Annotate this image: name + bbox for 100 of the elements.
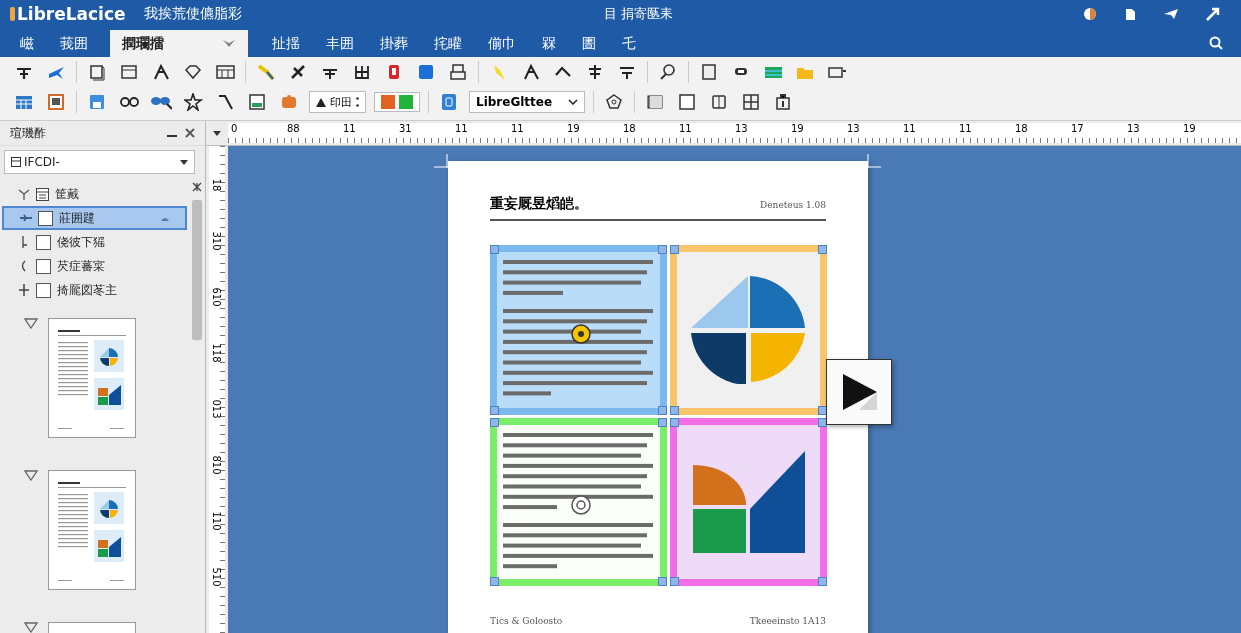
ruler-number: 118 [210,345,224,361]
search-icon[interactable] [1209,35,1223,50]
logo-mark [10,7,15,21]
table-icon[interactable] [215,63,235,81]
ribbon-tab[interactable]: 撋瓓擂 [110,30,248,57]
media-panel[interactable] [826,359,892,425]
app-name: LibreLacice [17,4,126,24]
menu-item[interactable]: 嵫 [8,30,46,57]
ruler-number: 11 [959,123,973,134]
save-icon[interactable] [87,93,107,111]
checkbox[interactable] [36,234,51,250]
star-icon[interactable] [183,93,203,111]
menu-item[interactable]: 莪囲 [48,30,100,57]
tree-item[interactable]: 筐戴 [0,182,189,206]
text-frame[interactable] [490,245,667,415]
ruler-number: 19 [1183,123,1197,134]
ruler-number: 17 [1071,123,1085,134]
ruler-number: 013 [210,401,224,417]
image-frame[interactable] [670,245,827,415]
ruler-number: 11 [343,123,357,134]
triangle-icon[interactable] [24,470,38,481]
pin-icon[interactable] [192,182,202,192]
page-thumbnail[interactable] [48,318,136,438]
handle-icon [161,215,169,221]
caret-icon[interactable] [213,130,221,136]
tree-item[interactable]: 莊囲韙 [2,206,187,230]
resize-handle[interactable] [818,577,827,586]
window-icon[interactable] [119,63,139,81]
ruler-number: 0 [231,123,239,134]
search-icon[interactable] [658,63,678,81]
device-icon[interactable] [439,93,459,111]
tree-line-icon [18,284,30,296]
item-label: 掎龎図苳主 [57,281,117,299]
text-frame[interactable] [490,418,667,586]
arrow-icon[interactable] [1205,7,1221,21]
columns-icon[interactable] [709,93,729,111]
menu-item[interactable]: 乇 [610,30,648,57]
menu-item[interactable]: 掛葬 [368,30,420,57]
ruler-number: 110 [210,513,224,529]
tree-item[interactable]: 掎龎図苳主 [0,278,189,302]
ruler-number: 19 [791,123,805,134]
resize-handle[interactable] [490,245,499,254]
chevron-down-icon [568,99,578,105]
style-field[interactable]: 印田 [309,91,366,113]
triangle-icon[interactable] [24,318,38,329]
square-icon[interactable] [677,93,697,111]
tree-item[interactable]: 芡症蕃寀 [0,254,189,278]
pentagon-icon[interactable] [604,93,624,111]
table-icon[interactable] [14,93,34,111]
menu-item[interactable]: 扯揺 [260,30,312,57]
grid-icon[interactable] [352,63,372,81]
ruler-number: 13 [1127,123,1141,134]
ruler-number: 11 [903,123,917,134]
square-icon[interactable] [416,63,436,81]
checkbox[interactable] [36,258,51,274]
cursor-circle-icon[interactable] [571,324,591,344]
close-icon[interactable] [185,128,195,138]
menu-item[interactable]: 圕 [570,30,608,57]
shape-icon[interactable] [279,93,299,111]
swatch-icon[interactable] [399,95,413,109]
checkbox[interactable] [38,210,53,226]
send-icon[interactable] [1163,7,1179,21]
page-icon[interactable] [699,63,719,81]
item-label: 莊囲韙 [59,209,95,227]
resize-handle[interactable] [818,245,827,254]
half-circle-icon[interactable] [1083,7,1097,21]
highlighter-icon[interactable] [256,63,276,81]
window-title: 目 捐寄匦耒 [604,5,674,23]
frame-icon[interactable] [448,63,468,81]
document-icon[interactable] [87,63,107,81]
diamond-icon[interactable] [183,63,203,81]
caret-icon [222,38,236,49]
tree-item[interactable]: 侥彼下猺 [0,230,189,254]
page-thumbnail[interactable] [48,470,136,590]
bag-icon[interactable] [773,93,793,111]
font-name-dropdown[interactable]: LibreGlttee [469,91,585,113]
ruler-number: 11 [679,123,693,134]
ruler-number: 18 [210,177,224,193]
footer-text: Tkeeeinsto 1A13 [749,616,826,626]
cursor-circle-icon[interactable] [571,495,591,515]
image-icon[interactable] [247,93,267,111]
presentation-icon[interactable] [46,93,66,111]
glyph-icon[interactable] [521,63,541,81]
image-frame[interactable] [670,418,827,586]
menu-item[interactable]: 挓矔 [422,30,474,57]
menu-item[interactable]: 槑 [530,30,568,57]
item-label: 芡症蕃寀 [57,257,105,275]
resize-handle[interactable] [490,577,499,586]
shade-icon[interactable] [645,93,665,111]
header-text: Deneteus 1.08 [760,200,826,210]
swatch-icon[interactable] [381,95,395,109]
page-icon[interactable] [1123,7,1137,21]
checkbox[interactable] [36,282,51,298]
menu-item[interactable]: 偂巾 [476,30,528,57]
menu-item[interactable]: 丰囲 [314,30,366,57]
scrollbar-thumb[interactable] [192,200,202,340]
glyph-icon[interactable] [151,63,171,81]
triangle-icon[interactable] [24,622,38,633]
grid-icon[interactable] [741,93,761,111]
panel-dropdown[interactable]: IFCDI- [4,150,195,174]
